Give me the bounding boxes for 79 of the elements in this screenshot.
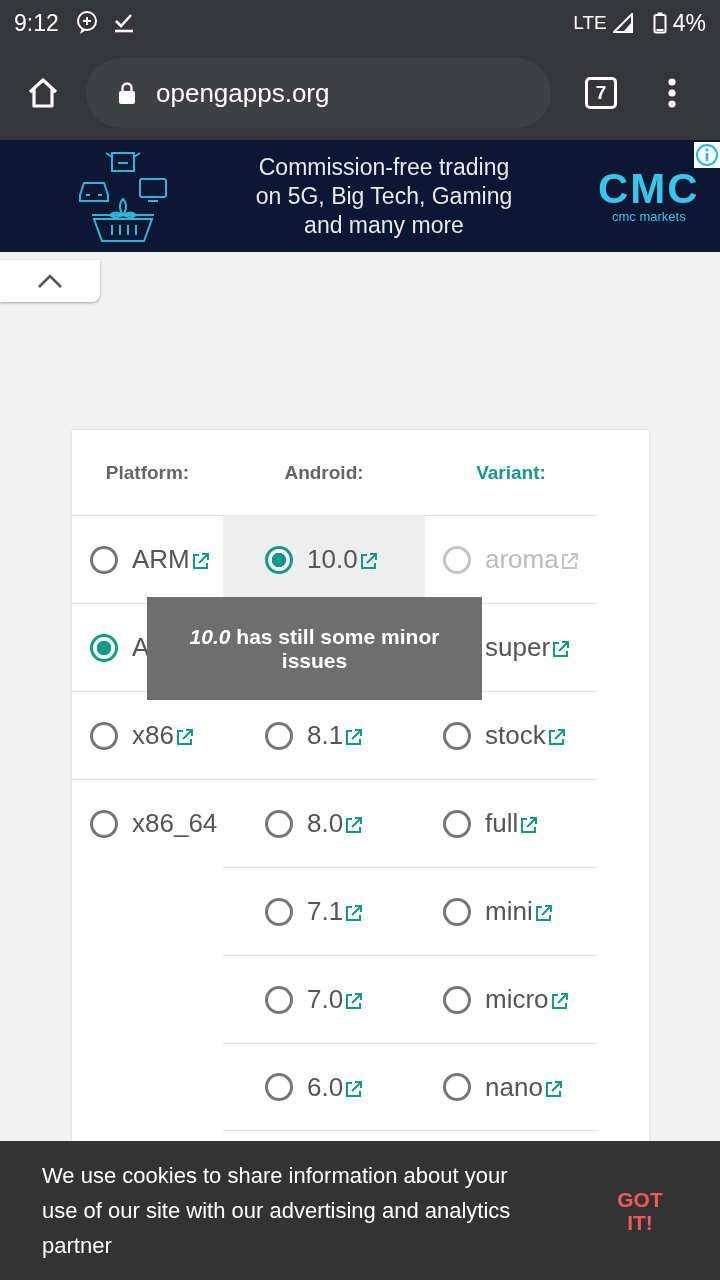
battery-percent: 4% bbox=[672, 9, 706, 37]
external-link-icon[interactable] bbox=[191, 553, 209, 570]
check-icon bbox=[112, 12, 135, 34]
option-label: full bbox=[485, 808, 519, 839]
radio-button[interactable] bbox=[90, 721, 118, 750]
radio-button[interactable] bbox=[265, 545, 293, 574]
status-time: 9:12 bbox=[14, 9, 59, 37]
option-cell[interactable]: 6.0 bbox=[223, 1043, 425, 1131]
option-label: 7.1 bbox=[307, 896, 344, 927]
option-label: nano bbox=[485, 1071, 543, 1103]
option-label: 7.0 bbox=[307, 984, 344, 1015]
radio-button[interactable] bbox=[90, 809, 118, 838]
option-label: stock bbox=[485, 720, 546, 751]
radio-button[interactable] bbox=[265, 809, 293, 838]
network-type: LTE bbox=[573, 12, 607, 34]
external-link-icon[interactable] bbox=[544, 1080, 562, 1098]
tab-count-button[interactable]: 7 bbox=[585, 77, 617, 109]
option-label: super bbox=[485, 632, 551, 663]
external-link-icon[interactable] bbox=[345, 1080, 363, 1098]
option-label: 8.0 bbox=[307, 808, 344, 839]
option-label: micro bbox=[485, 984, 549, 1015]
radio-button[interactable] bbox=[265, 721, 293, 750]
external-link-icon[interactable] bbox=[550, 993, 568, 1010]
chat-plus-icon bbox=[74, 10, 99, 36]
menu-icon[interactable] bbox=[667, 78, 677, 108]
radio-button[interactable] bbox=[265, 897, 293, 926]
battery-icon bbox=[652, 12, 667, 34]
chevron-up-icon bbox=[37, 273, 63, 289]
option-cell[interactable]: 8.0 bbox=[223, 779, 425, 867]
ad-banner[interactable]: Commission-free trading on 5G, Big Tech, Gaming and many more CMC cmc markets bbox=[0, 140, 720, 252]
option-label: mini bbox=[485, 896, 533, 927]
accept-button[interactable]: GOT IT! bbox=[605, 1187, 675, 1234]
info-icon[interactable] bbox=[694, 142, 720, 168]
option-cell[interactable]: full bbox=[425, 779, 597, 867]
option-cell[interactable]: 7.0 bbox=[223, 955, 425, 1043]
external-link-icon[interactable] bbox=[520, 817, 538, 834]
option-label: x86 bbox=[132, 720, 174, 751]
option-cell[interactable]: x86_64 bbox=[72, 779, 223, 867]
radio-button[interactable] bbox=[90, 633, 118, 662]
option-cell[interactable]: micro bbox=[425, 955, 597, 1043]
radio-button[interactable] bbox=[443, 721, 471, 750]
option-label: 8.1 bbox=[307, 720, 344, 751]
brand-logo: CMC bbox=[598, 168, 700, 209]
external-link-icon[interactable] bbox=[345, 905, 363, 922]
option-label: x86_64 bbox=[132, 808, 218, 839]
column-heading: Variant: bbox=[475, 460, 547, 485]
signal-icon bbox=[612, 13, 633, 33]
option-label: aroma bbox=[485, 544, 559, 575]
column-heading: Platform: bbox=[104, 460, 191, 485]
radio-button[interactable] bbox=[90, 545, 118, 574]
tooltip: 10.0 has still some minor issues bbox=[147, 597, 482, 700]
ad-headline: Commission-free trading on 5G, Big Tech, Gaming and many more bbox=[254, 152, 514, 240]
option-cell[interactable]: nano bbox=[425, 1043, 597, 1131]
column-heading: Android: bbox=[283, 460, 365, 485]
radio-button[interactable] bbox=[265, 985, 293, 1014]
external-link-icon[interactable] bbox=[552, 641, 570, 658]
external-link-icon[interactable] bbox=[175, 729, 193, 746]
radio-button[interactable] bbox=[443, 809, 471, 838]
option-cell[interactable]: 7.1 bbox=[223, 867, 425, 955]
external-link-icon[interactable] bbox=[359, 553, 377, 570]
option-label: 10.0 bbox=[307, 544, 358, 575]
radio-button[interactable] bbox=[443, 897, 471, 926]
collapse-button[interactable] bbox=[0, 260, 100, 302]
option-label: ARM bbox=[132, 544, 190, 575]
option-cell[interactable]: mini bbox=[425, 867, 597, 955]
address-bar[interactable]: opengapps.org bbox=[86, 58, 551, 128]
radio-button[interactable] bbox=[443, 985, 471, 1014]
external-link-icon[interactable] bbox=[345, 729, 363, 746]
external-link-icon[interactable] bbox=[534, 905, 552, 922]
cookie-message: We use cookies to share information about your use of our site with our advertising and analytics partner bbox=[42, 1162, 512, 1260]
option-label: 6.0 bbox=[307, 1071, 344, 1103]
external-link-icon[interactable] bbox=[345, 993, 363, 1010]
home-icon[interactable] bbox=[26, 77, 60, 109]
lock-icon bbox=[118, 81, 136, 105]
external-link-icon[interactable] bbox=[547, 729, 565, 746]
radio-button[interactable] bbox=[265, 1073, 293, 1101]
radio-button[interactable] bbox=[443, 1073, 471, 1101]
external-link-icon[interactable] bbox=[345, 817, 363, 834]
brand-caption: cmc markets bbox=[612, 208, 686, 224]
